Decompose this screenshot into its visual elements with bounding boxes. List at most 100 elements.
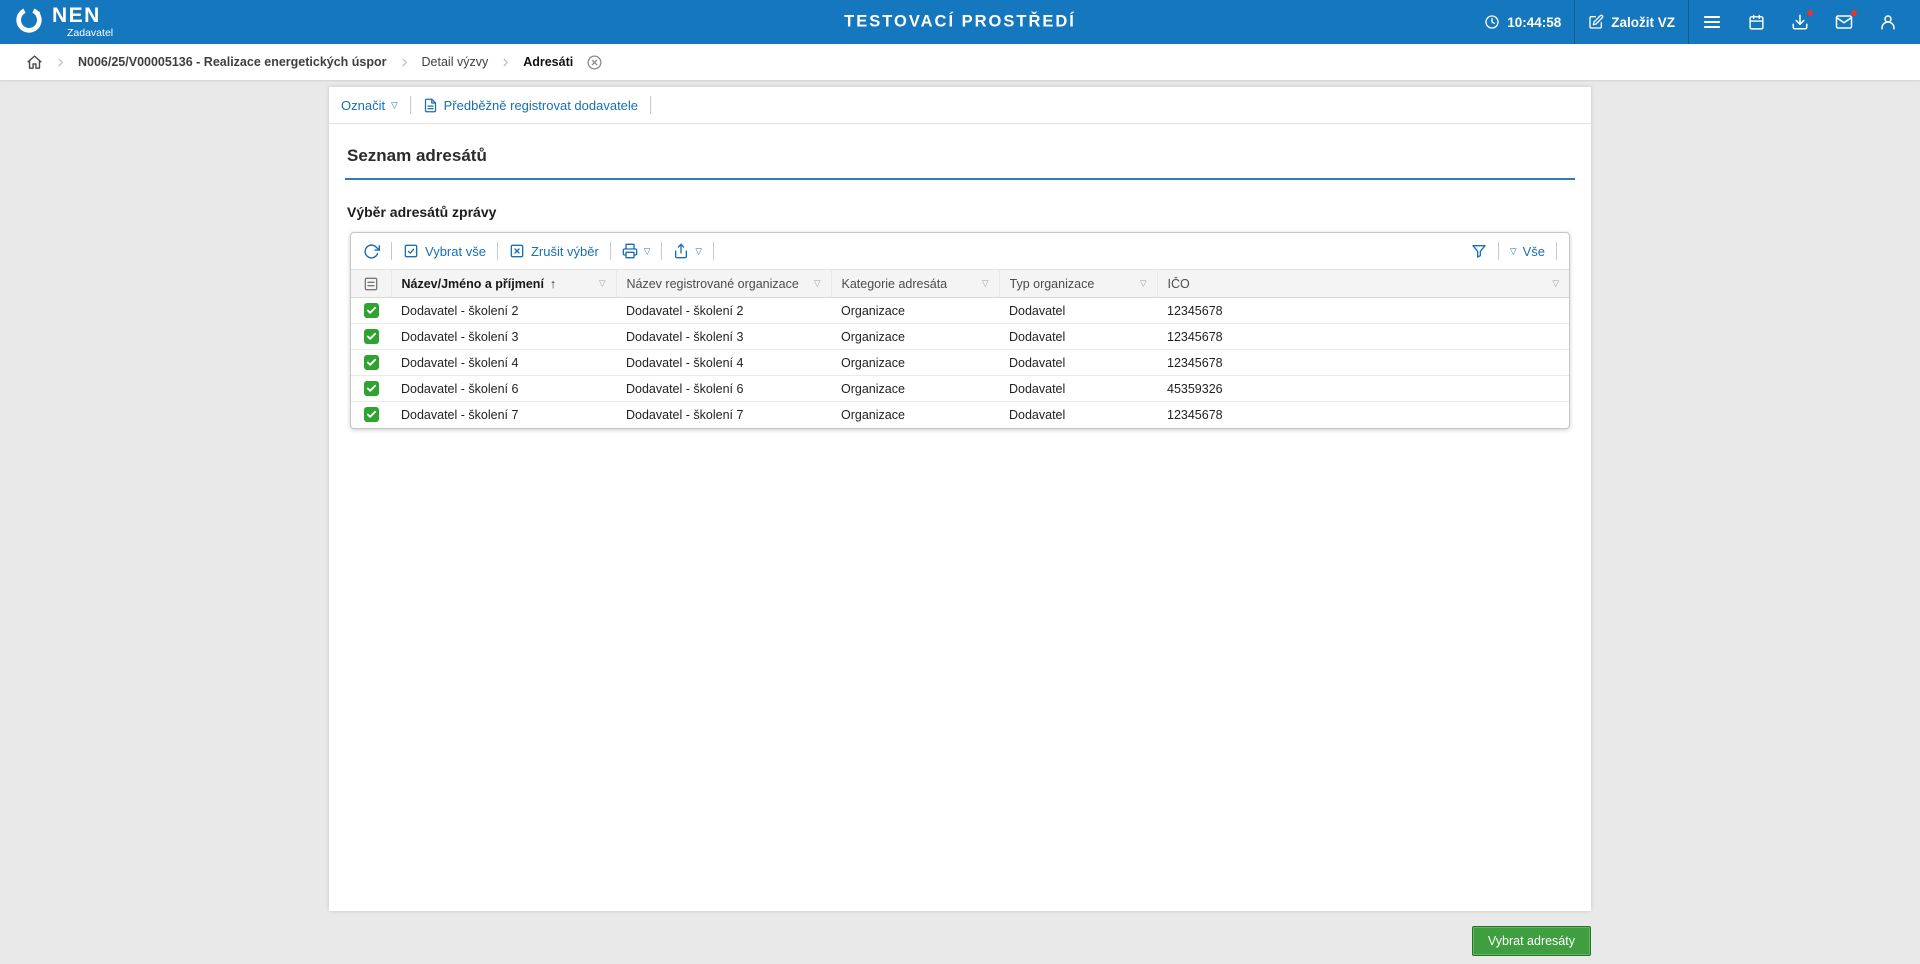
- select-addressees-button[interactable]: Vybrat adresáty: [1472, 926, 1591, 956]
- downloads-button[interactable]: [1778, 0, 1822, 44]
- row-checkbox-checked[interactable]: [364, 355, 379, 370]
- dropdown-icon: ▽: [695, 247, 702, 256]
- column-header-type[interactable]: Typ organizace ▽: [999, 270, 1157, 298]
- cell-ico: 12345678: [1157, 402, 1569, 428]
- calendar-button[interactable]: [1735, 0, 1778, 44]
- user-icon: [1879, 13, 1897, 31]
- cell-org: Dodavatel - školení 6: [616, 376, 831, 402]
- close-circle-icon[interactable]: [586, 54, 603, 71]
- home-icon[interactable]: [26, 54, 43, 71]
- row-checkbox-checked[interactable]: [364, 407, 379, 422]
- actionbar-separator: [410, 96, 411, 114]
- header-checkbox-column[interactable]: [351, 270, 391, 298]
- sort-asc-icon: ↑: [550, 277, 556, 291]
- breadcrumb-item-procedure[interactable]: N006/25/V00005136 - Realizace energetick…: [78, 55, 387, 69]
- check-icon: [366, 331, 377, 342]
- view-all-label: Vše: [1523, 244, 1545, 259]
- column-filter-icon[interactable]: ▽: [814, 278, 821, 289]
- filter-button[interactable]: [1471, 243, 1487, 259]
- table-row[interactable]: Dodavatel - školení 4 Dodavatel - školen…: [351, 350, 1569, 376]
- clear-selection-icon: [509, 243, 525, 259]
- row-checkbox-cell: [351, 298, 391, 324]
- breadcrumb-item-current: Adresáti: [523, 55, 573, 69]
- cell-name: Dodavatel - školení 2: [391, 298, 616, 324]
- refresh-button[interactable]: [363, 243, 380, 260]
- create-vz-button[interactable]: Založit VZ: [1575, 0, 1688, 44]
- preregister-supplier-button[interactable]: Předběžně registrovat dodavatele: [423, 98, 638, 113]
- cell-org: Dodavatel - školení 7: [616, 402, 831, 428]
- table-header: Název/Jméno a příjmení ↑ ▽ Název registr…: [351, 270, 1569, 298]
- toolbar-separator: [713, 242, 714, 260]
- mail-notification-badge: [1850, 9, 1858, 17]
- content-area: Označit ▽ Předběžně registrovat dodavate…: [0, 80, 1920, 964]
- toolbar-separator: [1556, 242, 1557, 260]
- clock-icon: [1484, 14, 1500, 30]
- export-button[interactable]: ▽: [673, 243, 702, 259]
- brand-name: NEN: [52, 5, 113, 26]
- column-header-org[interactable]: Název registrované organizace ▽: [616, 270, 831, 298]
- column-filter-icon[interactable]: ▽: [982, 278, 989, 289]
- breadcrumb-item-detail[interactable]: Detail výzvy: [422, 55, 489, 69]
- cell-ico: 45359326: [1157, 376, 1569, 402]
- cell-category: Organizace: [831, 376, 999, 402]
- table-row[interactable]: Dodavatel - školení 6 Dodavatel - školen…: [351, 376, 1569, 402]
- table-toolbar-left: Vybrat vše Zrušit výběr: [363, 242, 714, 260]
- cell-name: Dodavatel - školení 7: [391, 402, 616, 428]
- server-time: 10:44:58: [1471, 0, 1574, 44]
- cell-org: Dodavatel - školení 4: [616, 350, 831, 376]
- cell-ico: 12345678: [1157, 298, 1569, 324]
- export-icon: [673, 243, 689, 259]
- chevron-right-icon: [55, 57, 66, 68]
- cell-type: Dodavatel: [999, 402, 1157, 428]
- document-icon: [423, 98, 438, 113]
- table-toolbar: Vybrat vše Zrušit výběr: [351, 233, 1569, 269]
- check-icon: [366, 383, 377, 394]
- table-toolbar-right: ▽ Vše: [1471, 242, 1557, 260]
- row-checkbox-checked[interactable]: [364, 303, 379, 318]
- mark-dropdown[interactable]: Označit ▽: [341, 98, 398, 113]
- table-row[interactable]: Dodavatel - školení 2 Dodavatel - školen…: [351, 298, 1569, 324]
- chevron-right-icon: [500, 57, 511, 68]
- print-button[interactable]: ▽: [622, 243, 651, 259]
- column-header-category[interactable]: Kategorie adresáta ▽: [831, 270, 999, 298]
- table-row[interactable]: Dodavatel - školení 7 Dodavatel - školen…: [351, 402, 1569, 428]
- cell-category: Organizace: [831, 324, 999, 350]
- select-all-label: Vybrat vše: [425, 244, 486, 259]
- panel-actionbar: Označit ▽ Předběžně registrovat dodavate…: [329, 87, 1591, 124]
- check-icon: [366, 409, 377, 420]
- select-all-icon: [403, 243, 419, 259]
- column-filter-icon[interactable]: ▽: [1140, 278, 1147, 289]
- addressees-table: Název/Jméno a příjmení ↑ ▽ Název registr…: [351, 269, 1569, 428]
- column-filter-icon[interactable]: ▽: [1552, 278, 1559, 289]
- toolbar-separator: [497, 242, 498, 260]
- menu-button[interactable]: [1689, 0, 1735, 44]
- topbar-actions: 10:44:58 Založit VZ: [1471, 0, 1920, 44]
- table-row[interactable]: Dodavatel - školení 3 Dodavatel - školen…: [351, 324, 1569, 350]
- dropdown-icon: ▽: [644, 247, 651, 256]
- cell-name: Dodavatel - školení 3: [391, 324, 616, 350]
- nen-home-link[interactable]: NEN Zadavatel: [14, 0, 113, 44]
- cell-name: Dodavatel - školení 4: [391, 350, 616, 376]
- select-all-button[interactable]: Vybrat vše: [403, 243, 486, 259]
- funnel-icon: [1471, 243, 1487, 259]
- clear-selection-button[interactable]: Zrušit výběr: [509, 243, 599, 259]
- clear-selection-label: Zrušit výběr: [531, 244, 599, 259]
- toolbar-separator: [391, 242, 392, 260]
- column-filter-icon[interactable]: ▽: [599, 278, 606, 289]
- select-column-icon: [363, 276, 379, 292]
- brand-text: NEN Zadavatel: [52, 5, 113, 39]
- toolbar-separator: [610, 242, 611, 260]
- column-header-name[interactable]: Název/Jméno a příjmení ↑ ▽: [391, 270, 616, 298]
- calendar-icon: [1748, 14, 1765, 31]
- messages-button[interactable]: [1822, 0, 1866, 44]
- addressees-table-card: Vybrat vše Zrušit výběr: [350, 232, 1570, 429]
- environment-title: TESTOVACÍ PROSTŘEDÍ: [844, 13, 1076, 32]
- view-all-dropdown[interactable]: ▽ Vše: [1510, 244, 1545, 259]
- user-button[interactable]: [1866, 0, 1910, 44]
- row-checkbox-checked[interactable]: [364, 329, 379, 344]
- hamburger-icon: [1702, 12, 1722, 32]
- check-icon: [366, 305, 377, 316]
- main-panel: Označit ▽ Předběžně registrovat dodavate…: [329, 87, 1591, 911]
- column-header-ico[interactable]: IČO ▽: [1157, 270, 1569, 298]
- row-checkbox-checked[interactable]: [364, 381, 379, 396]
